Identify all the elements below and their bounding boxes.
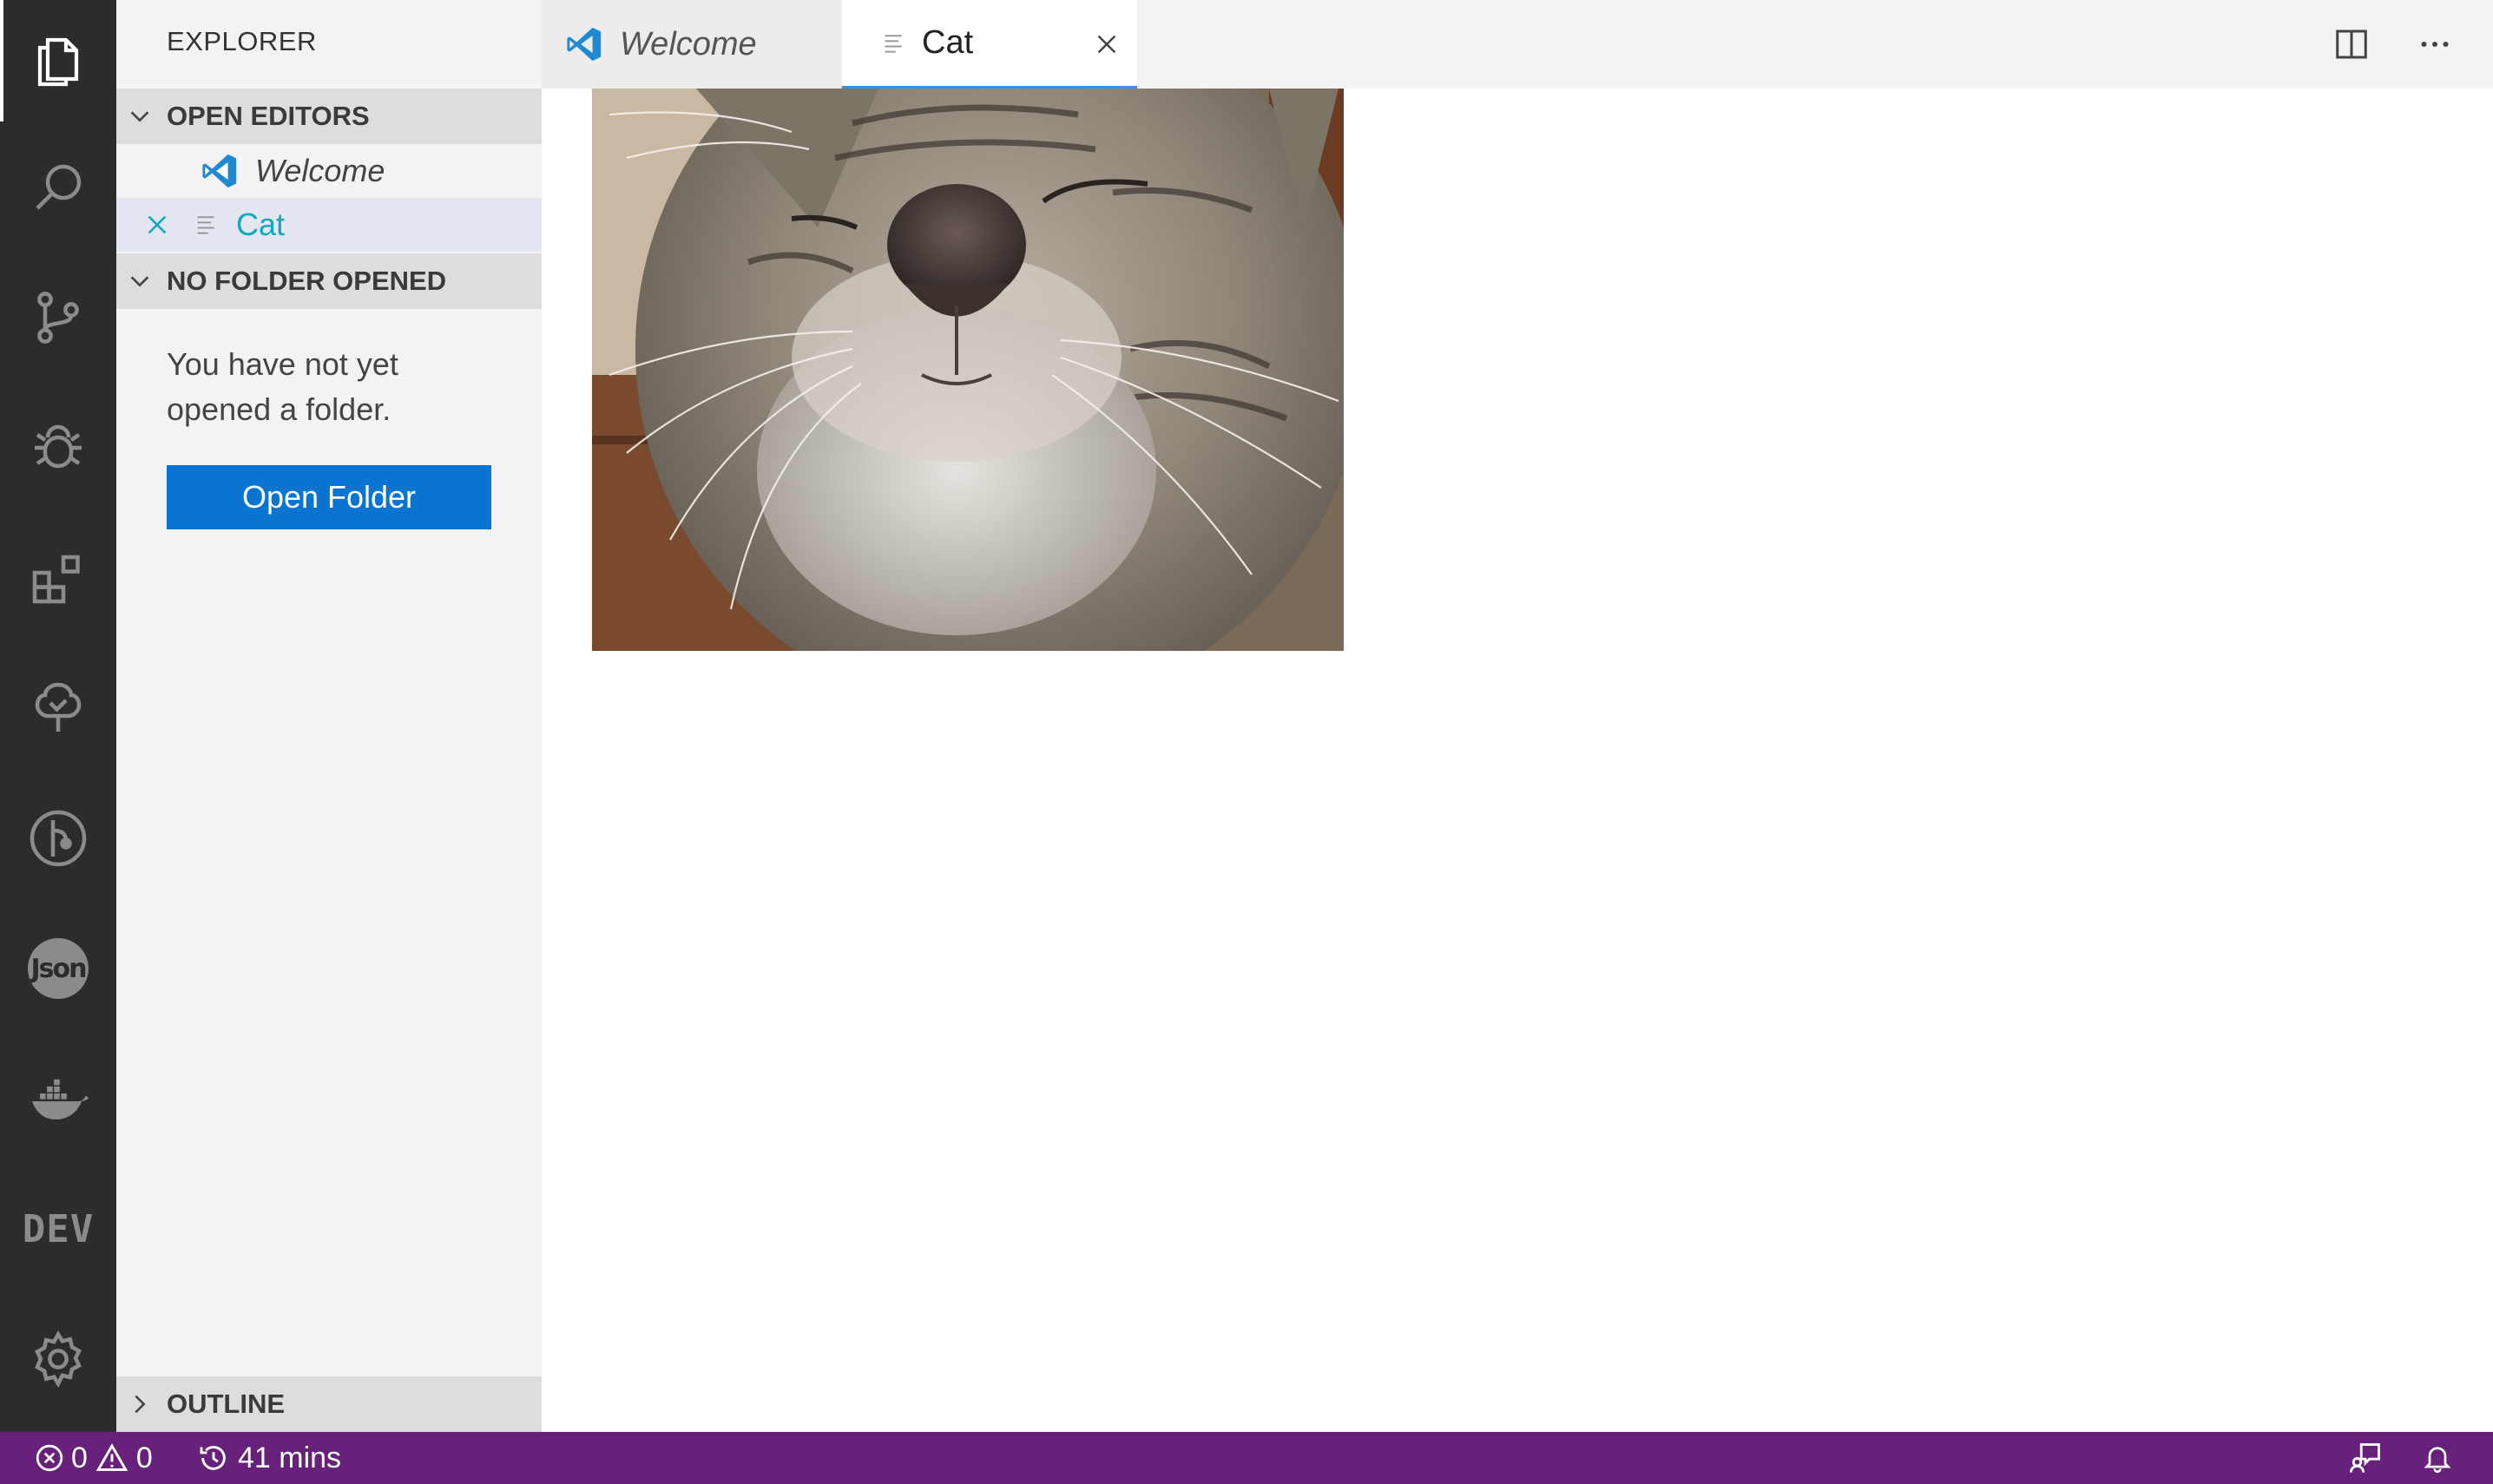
file-lines-icon bbox=[885, 34, 902, 53]
dev-label: DEV bbox=[22, 1206, 95, 1251]
close-icon[interactable] bbox=[144, 212, 170, 238]
source-control-icon[interactable] bbox=[0, 257, 116, 378]
dev-icon[interactable]: DEV bbox=[0, 1168, 116, 1290]
editor-area bbox=[542, 89, 2493, 1432]
explorer-icon[interactable] bbox=[0, 0, 116, 121]
tab-bar: Welcome Cat bbox=[542, 0, 2493, 89]
error-count: 0 bbox=[71, 1441, 88, 1474]
split-editor-icon[interactable] bbox=[2330, 23, 2373, 66]
tab-welcome[interactable]: Welcome bbox=[542, 0, 842, 89]
chevron-right-icon bbox=[135, 1395, 146, 1414]
feedback-icon[interactable] bbox=[2349, 1432, 2382, 1484]
tab-welcome-label: Welcome bbox=[620, 25, 757, 62]
chevron-down-icon bbox=[130, 111, 149, 122]
no-folder-header[interactable]: NO FOLDER OPENED bbox=[116, 253, 542, 309]
gear-icon[interactable] bbox=[0, 1298, 116, 1420]
json-icon[interactable]: Json bbox=[0, 908, 116, 1029]
explorer-sidebar: EXPLORER OPEN EDITORS Welcome Cat NO FOL… bbox=[116, 0, 542, 1432]
problems-indicator[interactable]: 0 0 bbox=[35, 1432, 153, 1484]
warning-count: 0 bbox=[135, 1441, 153, 1474]
open-editor-welcome[interactable]: Welcome bbox=[116, 144, 542, 198]
tree-view-icon[interactable] bbox=[0, 647, 116, 769]
git-graph-icon[interactable] bbox=[0, 778, 116, 899]
chevron-down-icon bbox=[130, 276, 149, 287]
no-folder-label: NO FOLDER OPENED bbox=[167, 266, 447, 296]
vscode-icon bbox=[567, 27, 602, 62]
open-editors-label: OPEN EDITORS bbox=[167, 101, 370, 131]
bell-icon[interactable] bbox=[2422, 1432, 2453, 1484]
time-tracker[interactable]: 41 mins bbox=[198, 1432, 341, 1484]
no-folder-message: You have not yet opened a folder. bbox=[167, 346, 398, 427]
close-icon[interactable] bbox=[1094, 31, 1120, 57]
cat-image bbox=[592, 89, 1344, 651]
open-editor-cat-label: Cat bbox=[236, 207, 286, 242]
extensions-icon[interactable] bbox=[0, 517, 116, 639]
debug-icon[interactable] bbox=[0, 387, 116, 509]
file-lines-icon bbox=[197, 216, 214, 234]
time-label: 41 mins bbox=[238, 1441, 342, 1474]
docker-icon[interactable] bbox=[0, 1038, 116, 1159]
warning-icon bbox=[95, 1443, 128, 1471]
outline-label: OUTLINE bbox=[167, 1389, 286, 1419]
vscode-icon bbox=[202, 154, 237, 188]
open-editor-welcome-label: Welcome bbox=[255, 153, 385, 188]
history-icon bbox=[200, 1446, 226, 1470]
open-editor-cat[interactable]: Cat bbox=[116, 198, 542, 252]
error-icon bbox=[36, 1444, 63, 1472]
activity-bar: Json DEV bbox=[0, 0, 116, 1432]
open-folder-button[interactable]: Open Folder bbox=[167, 465, 491, 529]
open-editors-header[interactable]: OPEN EDITORS bbox=[116, 89, 542, 144]
tab-cat-label: Cat bbox=[922, 24, 974, 61]
outline-header[interactable]: OUTLINE bbox=[116, 1376, 542, 1432]
more-actions-icon[interactable] bbox=[2413, 23, 2457, 66]
search-icon[interactable] bbox=[0, 127, 116, 248]
status-bar: 0 0 41 mins bbox=[0, 1432, 2493, 1484]
json-badge: Json bbox=[28, 938, 89, 999]
sidebar-title: EXPLORER bbox=[167, 26, 317, 56]
tab-cat[interactable]: Cat bbox=[842, 0, 1137, 89]
